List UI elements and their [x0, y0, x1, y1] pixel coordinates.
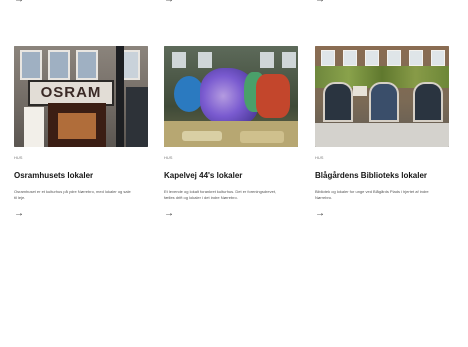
arrow-right-icon[interactable]: →	[315, 209, 329, 219]
card-title[interactable]: Kapelvej 44's lokaler	[164, 171, 298, 181]
venue-card-kapelvej[interactable]: HUS Kapelvej 44's lokaler Et levende og …	[164, 46, 298, 219]
card-title[interactable]: Blågårdens Biblioteks lokaler	[315, 171, 449, 181]
card-description: Osramhuset er et kulturhus på ydre Nørre…	[14, 189, 131, 200]
card-description: Et levende og lokalt forankret kulturhus…	[164, 189, 277, 200]
card-category: HUS	[14, 155, 23, 160]
arrow-right-icon[interactable]: →	[164, 0, 174, 6]
card-title[interactable]: Osramhusets lokaler	[14, 171, 148, 181]
venue-card-blaagaarden[interactable]: HUS Blågårdens Biblioteks lokaler Biblio…	[315, 46, 449, 219]
card-category: HUS	[315, 155, 324, 160]
arrow-right-icon[interactable]: →	[164, 209, 178, 219]
card-description: Bibliotek og lokaler for unge ved Blågår…	[315, 189, 429, 200]
card-category: HUS	[164, 155, 173, 160]
previous-row-links: → → →	[0, 0, 468, 6]
venue-card-osramhuset[interactable]: OSRAM HUS Osramhusets lokaler Osramhuset…	[14, 46, 148, 219]
card-photo[interactable]: OSRAM	[14, 46, 148, 147]
venue-card-grid: OSRAM HUS Osramhusets lokaler Osramhuset…	[14, 46, 454, 276]
arrow-right-icon[interactable]: →	[315, 0, 325, 6]
card-photo[interactable]	[164, 46, 298, 147]
card-photo[interactable]	[315, 46, 449, 147]
arrow-right-icon[interactable]: →	[14, 209, 28, 219]
arrow-right-icon[interactable]: →	[14, 0, 24, 6]
